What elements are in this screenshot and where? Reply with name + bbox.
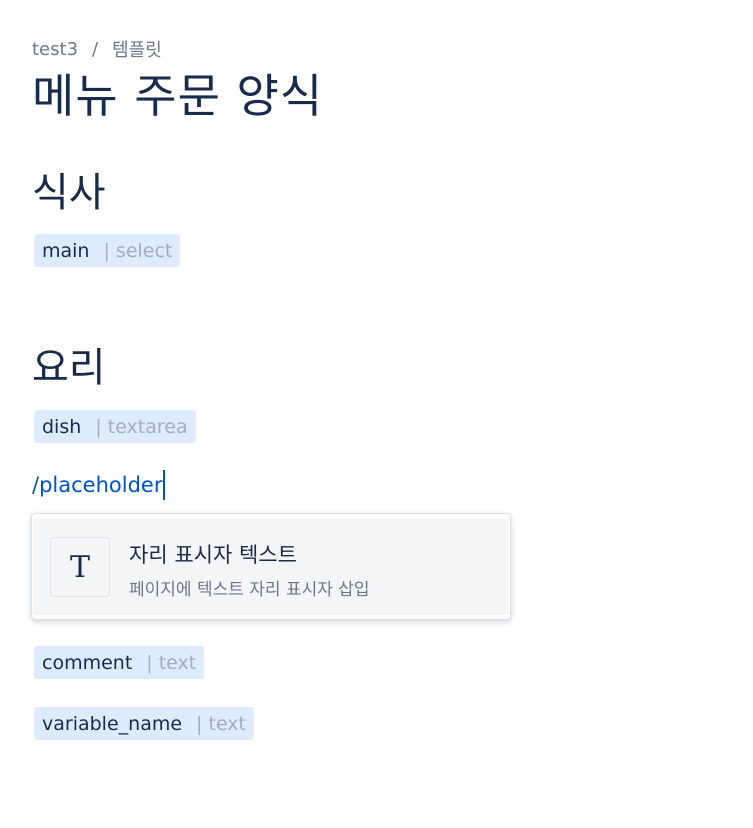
variable-type: | text [146,651,197,674]
slash-command-input[interactable]: /placeholder [32,470,166,500]
menu-item-description: 페이지에 텍스트 자리 표시자 삽입 [129,580,370,600]
breadcrumb-space-link[interactable]: test3 [32,39,78,60]
variable-name: variable_name [42,712,183,735]
variable-type: | select [103,239,173,262]
slash-command-text: /placeholder [32,473,163,497]
menu-item-title: 자리 표시자 텍스트 [129,543,297,567]
text-cursor [163,470,166,500]
variable-type: | text [196,712,246,735]
variable-name: dish [42,415,82,438]
variable-name: comment [42,651,133,674]
variable-chip-comment[interactable]: comment | text [34,646,205,679]
section-heading-dish[interactable]: 요리 [32,335,106,393]
variable-chip-dish[interactable]: dish | textarea [34,410,196,443]
variable-name: main [42,239,90,262]
template-editor-page: test3 / 템플릿 메뉴 주문 양식 식사 main | select 요리… [0,0,753,828]
menu-item-placeholder-text[interactable]: T 자리 표시자 텍스트 페이지에 텍스트 자리 표시자 삽입 [33,519,509,615]
breadcrumb-separator: / [92,38,99,60]
variable-chip-variable-name[interactable]: variable_name | text [34,707,254,740]
slash-command-menu: T 자리 표시자 텍스트 페이지에 텍스트 자리 표시자 삽입 [31,513,511,620]
section-heading-meal[interactable]: 식사 [32,160,106,218]
breadcrumb-current-link[interactable]: 템플릿 [112,36,162,62]
breadcrumb: test3 / 템플릿 [32,36,162,62]
text-T-icon: T [50,537,110,597]
variable-chip-main[interactable]: main | select [34,234,181,267]
variable-type: | textarea [95,415,188,438]
page-title[interactable]: 메뉴 주문 양식 [32,60,323,126]
